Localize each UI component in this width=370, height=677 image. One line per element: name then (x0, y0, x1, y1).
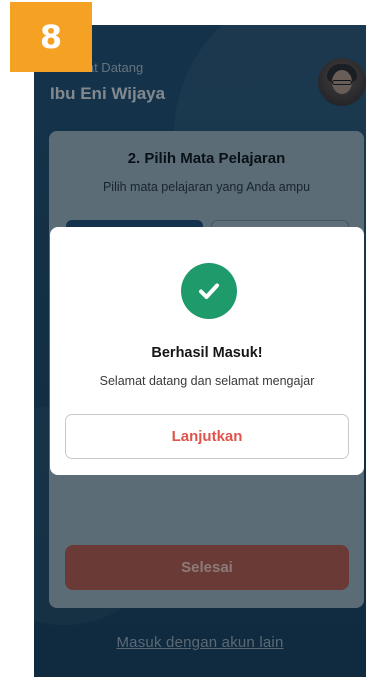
card-title: 2. Pilih Mata Pelajaran (127, 150, 286, 167)
check-circle-icon (181, 263, 237, 319)
checkmark-icon (199, 283, 219, 299)
user-name: Ibu Eni Wijaya (50, 84, 166, 103)
alt-login-link[interactable]: Masuk dengan akun lain (34, 634, 366, 651)
avatar[interactable] (318, 58, 366, 106)
dialog-title: Berhasil Masuk! (151, 345, 263, 361)
continue-button[interactable]: Lanjutkan (65, 414, 349, 459)
card-subtitle: Pilih mata pelajaran yang Anda ampu (102, 180, 311, 194)
avatar-glasses (332, 80, 352, 85)
finish-button[interactable]: Selesai (65, 545, 349, 590)
dialog-message: Selamat datang dan selamat mengajar (99, 374, 315, 388)
success-dialog: Berhasil Masuk! Selamat datang dan selam… (50, 227, 364, 475)
step-badge: 8 (10, 2, 92, 72)
